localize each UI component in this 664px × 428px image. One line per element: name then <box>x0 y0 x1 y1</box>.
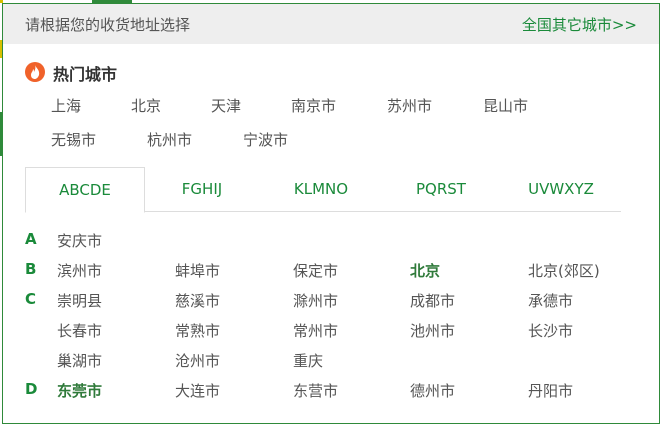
city-dongguan[interactable]: 东莞市 <box>57 380 102 401</box>
city-dalian[interactable]: 大连市 <box>175 380 220 401</box>
tab-abcde[interactable]: ABCDE <box>25 167 145 213</box>
group-letter-b: B <box>25 260 37 278</box>
hot-city-wuxi[interactable]: 无锡市 <box>51 129 96 150</box>
city-changsha[interactable]: 长沙市 <box>528 320 573 341</box>
city-chongqing[interactable]: 重庆 <box>293 350 323 371</box>
letter-tabs: ABCDE FGHIJ KLMNO PQRST UVWXYZ <box>25 167 621 213</box>
city-binzhou[interactable]: 滨州市 <box>57 260 102 281</box>
panel-title: 请根据您的收货地址选择 <box>25 16 191 34</box>
group-letter-a: A <box>25 230 37 248</box>
hot-city-beijing[interactable]: 北京 <box>131 95 161 116</box>
city-danyang[interactable]: 丹阳市 <box>528 380 573 401</box>
city-chuzhou[interactable]: 滁州市 <box>293 290 338 311</box>
city-anqing[interactable]: 安庆市 <box>57 230 102 251</box>
city-beijing-suburb[interactable]: 北京(郊区) <box>528 260 600 281</box>
hot-city-ningbo[interactable]: 宁波市 <box>243 129 288 150</box>
hot-cities-heading: 热门城市 <box>53 65 118 84</box>
city-chongming[interactable]: 崇明县 <box>57 290 102 311</box>
tab-pqrst[interactable]: PQRST <box>381 167 501 211</box>
panel-header: 请根据您的收货地址选择 全国其它城市>> <box>3 4 659 44</box>
city-selector-panel: 请根据您的收货地址选择 全国其它城市>> 热门城市 上海 北京 天津 南京市 苏… <box>2 3 660 424</box>
city-chaohu[interactable]: 巢湖市 <box>57 350 102 371</box>
group-letter-d: D <box>25 380 38 398</box>
hot-city-tianjin[interactable]: 天津 <box>211 95 241 116</box>
hot-city-nanjing[interactable]: 南京市 <box>291 95 336 116</box>
tab-fghij[interactable]: FGHIJ <box>143 167 261 211</box>
all-cities-link[interactable]: 全国其它城市>> <box>522 14 637 35</box>
city-changzhou[interactable]: 常州市 <box>293 320 338 341</box>
city-bengbu[interactable]: 蚌埠市 <box>175 260 220 281</box>
city-baoding[interactable]: 保定市 <box>293 260 338 281</box>
fire-icon <box>25 62 45 82</box>
hot-city-kunshan[interactable]: 昆山市 <box>483 95 528 116</box>
city-chizhou[interactable]: 池州市 <box>410 320 455 341</box>
tab-uvwxyz[interactable]: UVWXYZ <box>501 167 621 211</box>
city-cangzhou[interactable]: 沧州市 <box>175 350 220 371</box>
city-dongying[interactable]: 东营市 <box>293 380 338 401</box>
group-letter-c: C <box>25 290 37 308</box>
city-dezhou[interactable]: 德州市 <box>410 380 455 401</box>
hot-city-hangzhou[interactable]: 杭州市 <box>147 129 192 150</box>
tab-klmno[interactable]: KLMNO <box>261 167 381 211</box>
city-chengdu[interactable]: 成都市 <box>410 290 455 311</box>
hot-city-shanghai[interactable]: 上海 <box>51 95 81 116</box>
city-beijing[interactable]: 北京 <box>410 260 440 281</box>
city-changchun[interactable]: 长春市 <box>57 320 102 341</box>
city-cixi[interactable]: 慈溪市 <box>175 290 220 311</box>
city-changshu[interactable]: 常熟市 <box>175 320 220 341</box>
hot-city-suzhou[interactable]: 苏州市 <box>387 95 432 116</box>
city-chengde[interactable]: 承德市 <box>528 290 573 311</box>
